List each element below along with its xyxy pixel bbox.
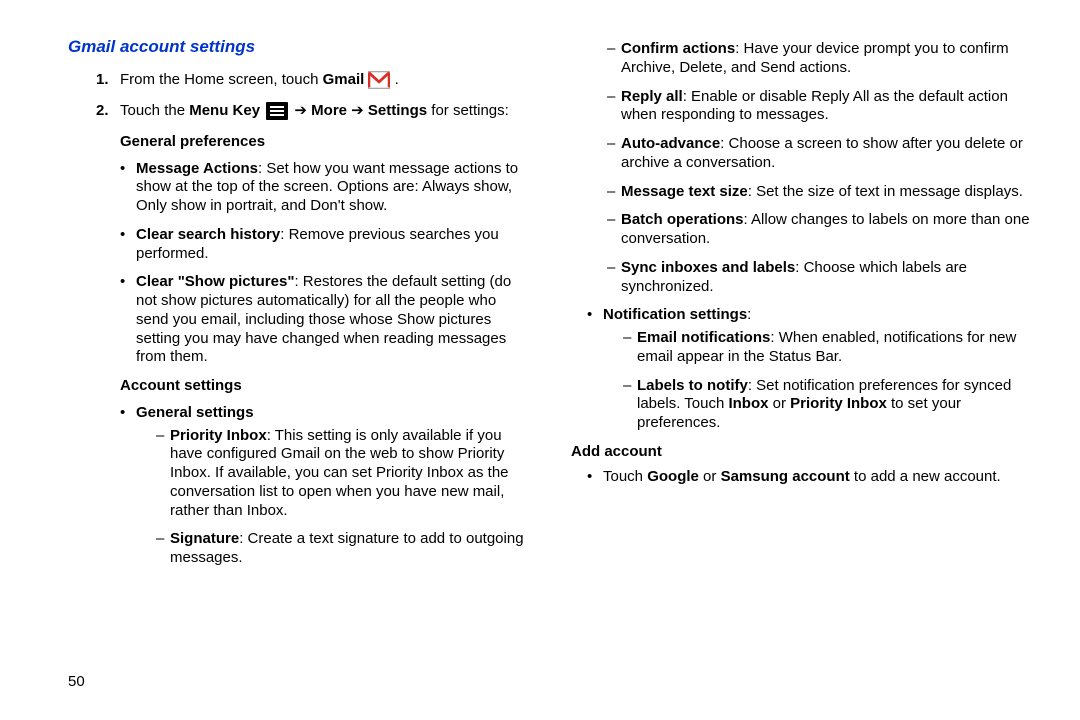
general-settings-continued: Confirm actions: Have your device prompt… bbox=[607, 40, 1030, 296]
gmail-icon bbox=[368, 71, 390, 89]
item-reply-all: Reply all: Enable or disable Reply All a… bbox=[607, 88, 1030, 126]
left-column: Gmail account settings 1. From the Home … bbox=[68, 36, 527, 578]
item-signature: Signature: Create a text signature to ad… bbox=[156, 530, 527, 568]
section-title: Gmail account settings bbox=[68, 36, 527, 57]
step-2: 2. Touch the Menu Key ➔ More ➔ Settings … bbox=[96, 102, 527, 121]
general-preferences-heading: General preferences bbox=[120, 133, 527, 152]
menu-key-icon bbox=[266, 102, 288, 120]
step-2-e: for settings: bbox=[427, 102, 509, 119]
step-2-settings: Settings bbox=[368, 102, 427, 119]
item-clear-show-pictures: Clear "Show pictures": Restores the defa… bbox=[120, 273, 527, 367]
step-1-gmail: Gmail bbox=[323, 71, 365, 88]
step-2-menukey: Menu Key bbox=[189, 102, 260, 119]
step-2-a: Touch the bbox=[120, 102, 189, 119]
add-account-list: Touch Google or Samsung account to add a… bbox=[587, 468, 1030, 487]
general-preferences-list: Message Actions: Set how you want messag… bbox=[120, 160, 527, 368]
arrow-1: ➔ bbox=[294, 102, 311, 119]
item-add-account: Touch Google or Samsung account to add a… bbox=[587, 468, 1030, 487]
item-batch-operations: Batch operations: Allow changes to label… bbox=[607, 211, 1030, 249]
item-notification-settings: Notification settings: Email notificatio… bbox=[587, 306, 1030, 433]
step-1: 1. From the Home screen, touch Gmail . bbox=[96, 71, 527, 90]
step-2-more: More bbox=[311, 102, 347, 119]
item-message-text-size: Message text size: Set the size of text … bbox=[607, 183, 1030, 202]
steps-list: 1. From the Home screen, touch Gmail . 2… bbox=[96, 71, 527, 121]
item-clear-search-history: Clear search history: Remove previous se… bbox=[120, 226, 527, 264]
item-email-notifications: Email notifications: When enabled, notif… bbox=[623, 329, 1030, 367]
item-priority-inbox: Priority Inbox: This setting is only ava… bbox=[156, 427, 527, 521]
item-auto-advance: Auto-advance: Choose a screen to show af… bbox=[607, 135, 1030, 173]
item-message-actions: Message Actions: Set how you want messag… bbox=[120, 160, 527, 216]
account-settings-heading: Account settings bbox=[120, 377, 527, 396]
item-general-settings: General settings Priority Inbox: This se… bbox=[120, 404, 527, 568]
page-columns: Gmail account settings 1. From the Home … bbox=[0, 0, 1080, 578]
notification-sublist: Email notifications: When enabled, notif… bbox=[623, 329, 1030, 433]
arrow-2: ➔ bbox=[347, 102, 368, 119]
add-account-heading: Add account bbox=[571, 443, 1030, 462]
item-labels-to-notify: Labels to notify: Set notification prefe… bbox=[623, 377, 1030, 433]
step-1-text-a: From the Home screen, touch bbox=[120, 71, 323, 88]
right-column: Confirm actions: Have your device prompt… bbox=[571, 36, 1030, 578]
account-settings-list: General settings Priority Inbox: This se… bbox=[120, 404, 527, 568]
item-confirm-actions: Confirm actions: Have your device prompt… bbox=[607, 40, 1030, 78]
notification-settings-list: Notification settings: Email notificatio… bbox=[587, 306, 1030, 433]
general-settings-sublist: Priority Inbox: This setting is only ava… bbox=[156, 427, 527, 568]
page-number: 50 bbox=[68, 673, 85, 692]
item-sync-inboxes: Sync inboxes and labels: Choose which la… bbox=[607, 259, 1030, 297]
